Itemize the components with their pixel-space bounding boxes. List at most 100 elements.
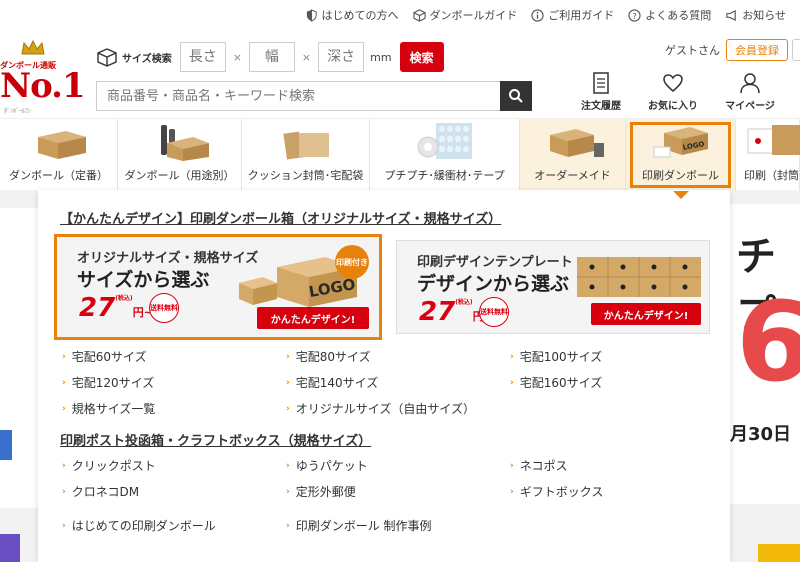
chevron-right-icon: › xyxy=(286,486,290,497)
background-banner-date: 月30日 xyxy=(730,424,792,445)
favorites-label: お気に入り xyxy=(648,101,698,112)
width-input[interactable] xyxy=(248,42,295,72)
link-size-140[interactable]: › 宅配140サイズ xyxy=(286,374,378,391)
category-label: オーダーメイド xyxy=(534,169,611,182)
link-label: クリックポスト xyxy=(71,459,156,473)
price-note: (税込) xyxy=(115,295,133,302)
chevron-right-icon: › xyxy=(62,377,66,388)
link-label: ネコポス xyxy=(519,459,568,473)
link-label: 宅配80サイズ xyxy=(295,350,371,364)
category-order-made[interactable]: オーダーメイド xyxy=(520,119,626,191)
document-icon xyxy=(593,72,609,94)
card-main: サイズから選ぶ xyxy=(77,269,210,291)
util-link-first-time[interactable]: はじめての方へ xyxy=(305,7,399,23)
category-standard-box[interactable]: ダンボール（定番） xyxy=(0,119,118,191)
link-size-120[interactable]: › 宅配120サイズ xyxy=(62,374,154,391)
link-yu-packet[interactable]: › ゆうパケット xyxy=(286,457,368,474)
keyword-search-input[interactable] xyxy=(96,81,500,111)
chevron-right-icon: › xyxy=(62,403,66,414)
crown-icon xyxy=(21,40,45,55)
order-history-link[interactable]: 注文履歴 xyxy=(566,72,636,112)
card-choose-by-design[interactable]: 印刷デザインテンプレート デザインから選ぶ 27(税込)円~ 送料無料 かんたん… xyxy=(396,240,710,334)
chevron-right-icon: › xyxy=(286,377,290,388)
background-yellow-bar xyxy=(758,544,800,562)
category-label: ダンボール（用途別） xyxy=(124,169,235,182)
cardboard-box-icon xyxy=(37,131,86,159)
category-purpose-box[interactable]: ダンボール（用途別） xyxy=(118,119,242,191)
util-label: ダンボールガイド xyxy=(429,9,518,22)
mypage-label: マイページ xyxy=(725,101,775,112)
card-title: 印刷デザインテンプレート xyxy=(417,255,573,270)
link-label: 定形外郵便 xyxy=(295,485,356,499)
easy-design-button[interactable]: かんたんデザイン! xyxy=(591,303,701,325)
chevron-right-icon: › xyxy=(510,460,514,471)
link-kuroneko-dm[interactable]: › クロネコDM xyxy=(62,483,139,500)
login-button[interactable] xyxy=(792,39,800,61)
link-nonstandard-mail[interactable]: › 定形外郵便 xyxy=(286,483,356,500)
chevron-right-icon: › xyxy=(510,351,514,362)
link-size-60[interactable]: › 宅配60サイズ xyxy=(62,348,147,365)
depth-input[interactable] xyxy=(318,42,365,72)
unit-label: mm xyxy=(370,50,392,64)
favorites-link[interactable]: お気に入り xyxy=(638,72,708,112)
link-gift-box[interactable]: › ギフトボックス xyxy=(510,483,603,500)
link-standard-sizes[interactable]: › 規格サイズ一覧 xyxy=(62,400,155,417)
category-printed-box[interactable]: LOGO 印刷ダンボール xyxy=(626,119,736,199)
background-blue-bar xyxy=(0,430,12,460)
link-first-printed-box[interactable]: › はじめての印刷ダンボール xyxy=(62,517,216,534)
link-label: 宅配60サイズ xyxy=(71,350,147,364)
logo-box-icon: LOGO xyxy=(653,127,708,158)
util-link-faq[interactable]: ? よくある質問 xyxy=(628,7,711,23)
easy-design-button[interactable]: かんたんデザイン! xyxy=(257,307,369,329)
chevron-right-icon: › xyxy=(286,520,290,531)
guest-greeting: ゲストさん xyxy=(665,44,720,57)
keyword-search-button[interactable] xyxy=(500,81,532,111)
section-title-easy-design[interactable]: 【かんたんデザイン】印刷ダンボール箱（オリジナルサイズ・規格サイズ） xyxy=(60,208,501,227)
category-label: クッション封筒･宅配袋 xyxy=(247,169,364,182)
logo-rank: No.1 xyxy=(0,66,86,106)
util-link-usage[interactable]: ご利用ガイド xyxy=(531,7,614,23)
util-link-guide[interactable]: ダンボールガイド xyxy=(412,7,518,23)
size-search-label: サイズ検索 xyxy=(122,53,172,65)
register-button[interactable]: 会員登録 xyxy=(726,39,788,61)
order-history-label: 注文履歴 xyxy=(581,101,621,112)
link-click-post[interactable]: › クリックポスト xyxy=(62,457,156,474)
heart-icon xyxy=(663,74,683,92)
length-input[interactable] xyxy=(179,42,226,72)
printed-box-dropdown: 【かんたんデザイン】印刷ダンボール箱（オリジナルサイズ・規格サイズ） オリジナル… xyxy=(38,190,730,562)
link-label: オリジナルサイズ（自由サイズ） xyxy=(295,402,476,416)
search-icon xyxy=(509,89,523,103)
util-link-news[interactable]: お知らせ xyxy=(725,7,786,23)
card-choose-by-size[interactable]: オリジナルサイズ・規格サイズ サイズから選ぶ 27(税込)円~ 送料無料 LOG… xyxy=(54,234,382,340)
site-header: ダンボール通販 No.1 ﾀﾞﾝﾎﾞｰﾙﾜﾝ サイズ検索 × × mm 検索 ゲ… xyxy=(0,30,800,118)
link-original-size[interactable]: › オリジナルサイズ（自由サイズ） xyxy=(286,400,475,417)
chevron-right-icon: › xyxy=(62,460,66,471)
link-printed-box-examples[interactable]: › 印刷ダンボール 制作事例 xyxy=(286,517,432,534)
size-search-button[interactable]: 検索 xyxy=(399,42,444,72)
card-title: オリジナルサイズ・規格サイズ xyxy=(77,251,259,266)
link-nekopos[interactable]: › ネコポス xyxy=(510,457,567,474)
mypage-link[interactable]: マイページ xyxy=(715,72,785,112)
link-label: 宅配120サイズ xyxy=(71,376,155,390)
link-label: クロネコDM xyxy=(71,485,140,499)
link-size-80[interactable]: › 宅配80サイズ xyxy=(286,348,371,365)
link-label: 宅配160サイズ xyxy=(519,376,603,390)
chevron-right-icon: › xyxy=(62,520,66,531)
category-envelope[interactable]: クッション封筒･宅配袋 xyxy=(242,119,370,191)
category-label: ダンボール（定番） xyxy=(9,169,108,182)
site-logo[interactable]: ダンボール通販 No.1 ﾀﾞﾝﾎﾞｰﾙﾜﾝ xyxy=(0,40,86,120)
category-cushioning[interactable]: プチプチ･緩衝材･テープ xyxy=(370,119,520,191)
link-size-160[interactable]: › 宅配160サイズ xyxy=(510,374,602,391)
envelope-icon xyxy=(282,127,329,160)
card-price: 27(税込)円~ xyxy=(79,293,153,323)
chevron-right-icon: › xyxy=(286,460,290,471)
section-title-post-box[interactable]: 印刷ポスト投函箱・クラフトボックス（規格サイズ） xyxy=(60,430,371,449)
category-printed-envelope[interactable]: 印刷（封筒 xyxy=(736,119,800,191)
link-size-100[interactable]: › 宅配100サイズ xyxy=(510,348,602,365)
chevron-right-icon: › xyxy=(510,377,514,388)
megaphone-icon xyxy=(726,9,736,21)
chevron-right-icon: › xyxy=(62,486,66,497)
active-pointer xyxy=(672,191,689,199)
svg-text:?: ? xyxy=(633,10,637,20)
print-badge: 印刷付き xyxy=(335,245,369,279)
